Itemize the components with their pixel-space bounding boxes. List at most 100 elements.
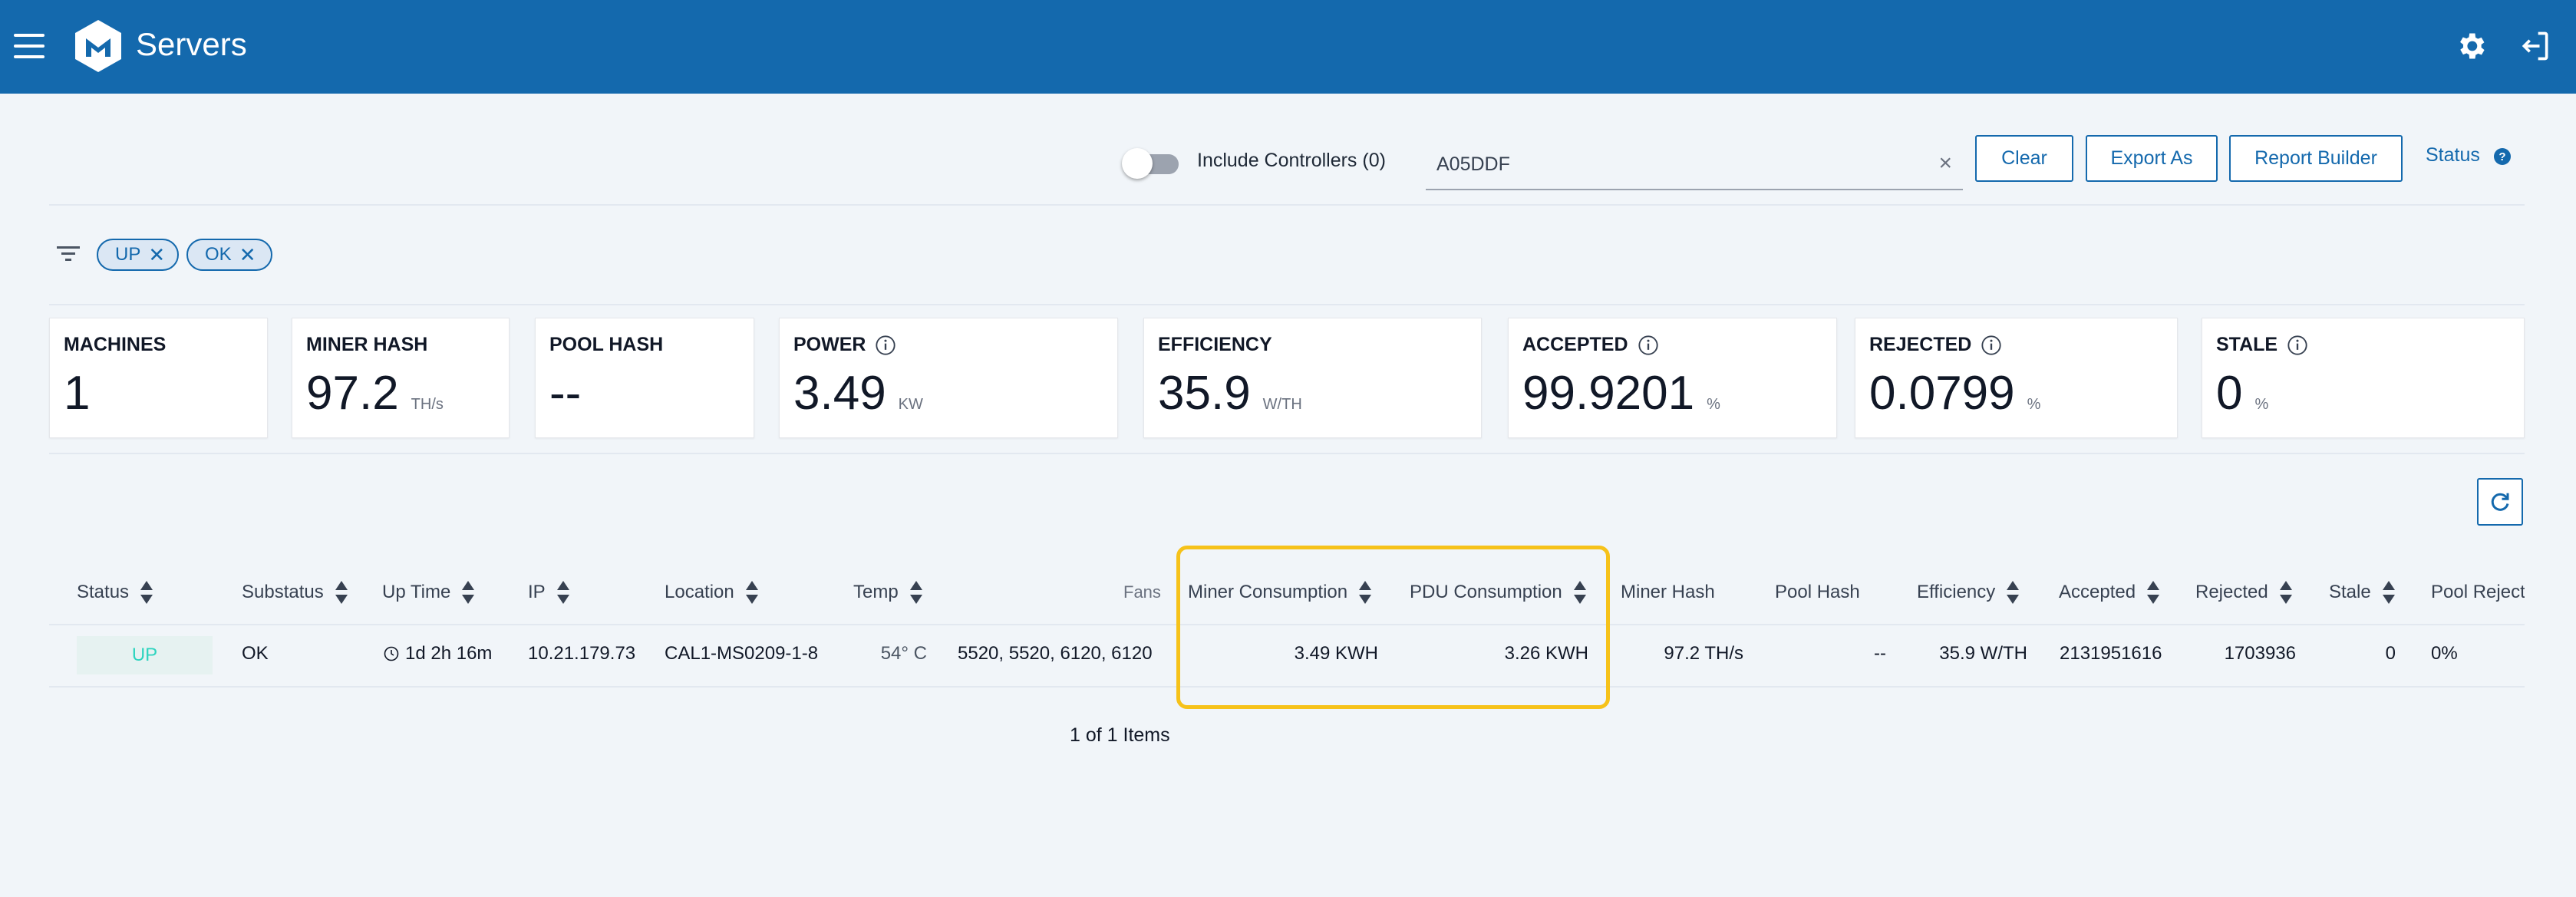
app-header: Servers [0,0,2576,94]
consumption-highlight-box [1176,546,1610,709]
cell-ip: 10.21.179.73 [528,643,636,664]
cell-fans: 5520, 5520, 6120, 6120 [958,643,1153,664]
cell-rejected: 1703936 [2224,643,2296,664]
info-icon[interactable] [875,335,896,356]
cell-location: CAL1-MS0209-1-8 [665,643,819,664]
info-icon[interactable] [1638,335,1659,356]
column-header-efficiency[interactable]: Efficiency [1917,579,2020,606]
export-as-button[interactable]: Export As [2086,135,2218,182]
stat-card-accepted: ACCEPTED 99.9201% [1508,318,1837,438]
column-header-rejected[interactable]: Rejected [2195,579,2293,606]
column-header-pool-reject[interactable]: Pool Reject [2431,579,2525,606]
column-header-fans: Fans [1123,582,1161,602]
column-header-pool-hash[interactable]: Pool Hash [1775,579,1860,606]
cell-miner-hash: 97.2 TH/s [1664,643,1743,664]
stat-value: 0 [2216,367,2243,420]
remove-chip-icon[interactable]: ✕ [148,245,165,265]
cell-accepted: 2131951616 [2060,643,2162,664]
stat-label: POWER [793,334,866,355]
stat-value: 35.9 [1158,367,1251,420]
cell-uptime: 1d 2h 16m [384,643,492,665]
menu-icon[interactable] [14,31,45,61]
stat-card-stale: STALE 0% [2202,318,2525,438]
stat-unit: % [2027,396,2041,413]
app-logo-icon [75,20,121,72]
refresh-button[interactable] [2477,478,2523,526]
page-title: Servers [136,26,247,62]
sort-icon[interactable] [556,579,570,605]
stat-value: 1 [64,367,91,420]
cell-pool-hash: -- [1874,643,1886,664]
stat-label: REJECTED [1869,334,1972,355]
cell-temp: 54° C [880,643,927,664]
info-icon[interactable] [2287,335,2308,356]
clear-button[interactable]: Clear [1975,135,2073,182]
column-header-uptime[interactable]: Up Time [382,579,475,606]
column-header-substatus[interactable]: Substatus [242,579,348,606]
sort-icon[interactable] [2279,579,2293,605]
stat-card-machines: MACHINES 1 [49,318,268,438]
stat-label: POOL HASH [549,334,664,355]
sort-icon[interactable] [335,579,348,605]
close-icon[interactable]: × [1938,150,1952,176]
stat-label: MINER HASH [306,334,428,355]
stat-value: 99.9201 [1522,367,1695,420]
clock-icon [384,646,399,661]
column-header-stale[interactable]: Stale [2329,579,2396,606]
refresh-icon [2491,493,2509,511]
divider [49,453,2525,454]
column-header-accepted[interactable]: Accepted [2059,579,2160,606]
sort-icon[interactable] [2382,579,2396,605]
sort-icon[interactable] [2006,579,2020,605]
uptime-value: 1d 2h 16m [405,643,493,664]
stat-label: STALE [2216,334,2278,355]
sort-icon[interactable] [461,579,475,605]
stat-value: 0.0799 [1869,367,2015,420]
chip-label: OK [205,244,232,265]
status-link[interactable]: Status [2426,144,2480,167]
stat-label: ACCEPTED [1522,334,1628,355]
sort-icon[interactable] [745,579,759,605]
stat-unit: TH/s [411,396,444,413]
sort-icon[interactable] [909,579,923,605]
column-header-location[interactable]: Location [665,579,759,606]
sort-icon[interactable] [140,579,153,605]
cell-pool-reject: 0% [2431,643,2458,664]
filter-icon[interactable] [57,244,80,264]
remove-chip-icon[interactable]: ✕ [239,245,256,265]
stat-value: 97.2 [306,367,399,420]
stat-value: -- [549,367,582,420]
cell-stale: 0 [2385,643,2396,664]
stat-card-rejected: REJECTED 0.0799% [1855,318,2178,438]
chip-label: UP [115,244,141,265]
stat-label: MACHINES [64,334,167,355]
divider [49,204,2525,206]
report-builder-button[interactable]: Report Builder [2229,135,2403,182]
sort-icon[interactable] [2146,579,2160,605]
gear-icon[interactable] [2454,29,2488,63]
column-header-status[interactable]: Status [77,579,153,606]
stat-unit: % [1707,396,1720,413]
help-icon[interactable]: ? [2493,147,2512,166]
divider [49,304,2525,305]
stat-card-pool-hash: POOL HASH -- [535,318,754,438]
column-header-temp[interactable]: Temp [853,579,923,606]
stat-unit: KW [898,396,923,413]
stat-card-miner-hash: MINER HASH 97.2 TH/s [292,318,510,438]
search-value: A05DDF [1436,153,1510,175]
stat-unit: % [2254,396,2269,413]
filter-chip-ok[interactable]: OK ✕ [186,239,272,271]
filter-chip-up[interactable]: UP ✕ [97,239,179,271]
column-header-miner-hash[interactable]: Miner Hash [1621,579,1715,606]
stat-value: 3.49 [793,367,886,420]
search-input[interactable]: A05DDF × [1426,138,1963,190]
column-header-ip[interactable]: IP [528,579,570,606]
stat-card-power: POWER 3.49 KW [779,318,1118,438]
info-icon[interactable] [1981,335,2002,356]
cell-efficiency: 35.9 W/TH [1939,643,2027,664]
svg-text:?: ? [2498,150,2505,163]
include-controllers-toggle[interactable] [1122,148,1180,179]
stat-unit: W/TH [1262,396,1302,413]
stat-card-efficiency: EFFICIENCY 35.9 W/TH [1143,318,1482,438]
logout-icon[interactable] [2518,29,2552,63]
